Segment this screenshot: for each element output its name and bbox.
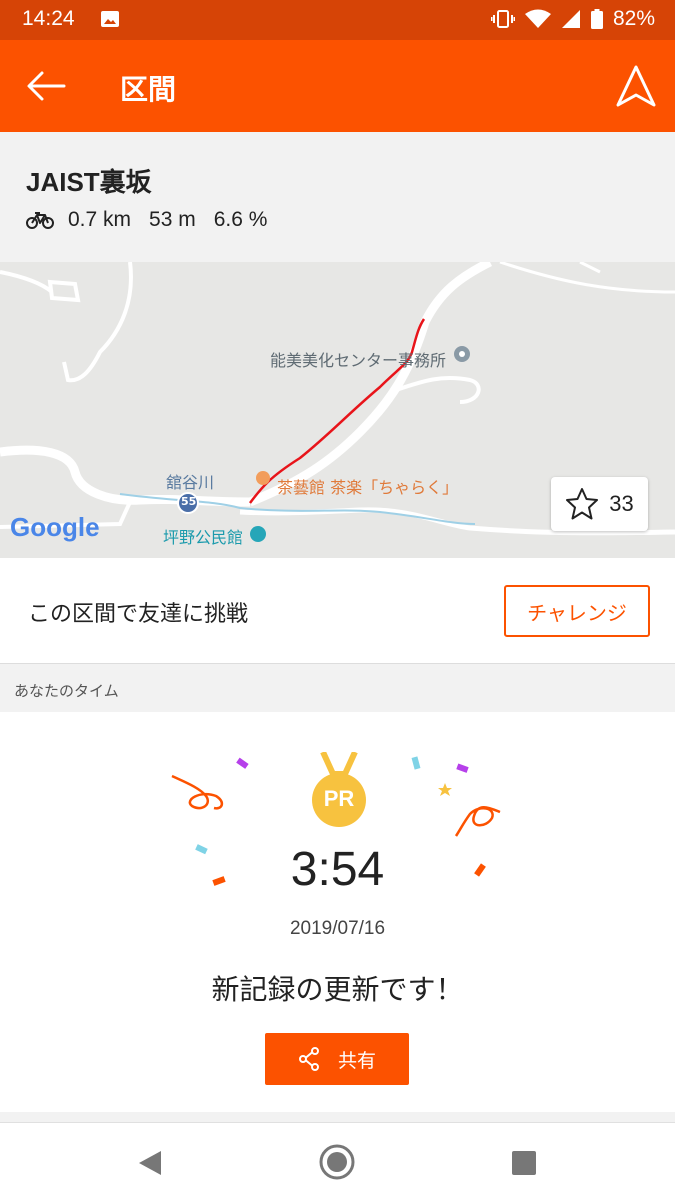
star-icon bbox=[566, 488, 599, 520]
map-label-teahouse: 茶藝館 茶楽「ちゃらく」 bbox=[277, 478, 459, 497]
challenge-text: この区間で友達に挑戦 bbox=[28, 602, 249, 627]
battery-percent: 82% bbox=[612, 7, 655, 30]
status-right: 82% bbox=[490, 7, 655, 31]
share-label: 共有 bbox=[337, 1049, 376, 1072]
map-label-river: 舘谷川 bbox=[166, 473, 215, 492]
pr-medal-label: PR bbox=[323, 786, 355, 811]
record-message: 新記録の更新です！ bbox=[211, 973, 464, 1006]
signal-icon bbox=[561, 10, 580, 28]
wifi-icon bbox=[524, 9, 551, 28]
bicycle-icon bbox=[26, 212, 54, 229]
star-count: 33 bbox=[609, 491, 634, 516]
page-title: 区間 bbox=[120, 73, 177, 106]
challenge-button[interactable]: チャレンジ bbox=[504, 585, 650, 637]
map-label-center-office: 能美美化センター事務所 bbox=[270, 351, 447, 370]
google-logo: Google bbox=[10, 512, 100, 542]
challenge-section: この区間で友達に挑戦 チャレンジ bbox=[0, 558, 675, 664]
navigation-arrow-icon[interactable] bbox=[615, 64, 657, 108]
image-notification-icon bbox=[101, 11, 119, 27]
segment-stats: 0.7 km 53 m 6.6 % bbox=[26, 208, 271, 232]
nav-home-icon[interactable] bbox=[318, 1143, 356, 1181]
battery-icon bbox=[590, 9, 603, 29]
your-time-header: あなたのタイム bbox=[0, 664, 675, 712]
status-time: 14:24 bbox=[22, 7, 75, 30]
share-button[interactable]: 共有 bbox=[265, 1033, 409, 1085]
status-bar: 14:24 82% bbox=[0, 0, 675, 40]
star-segment-button[interactable]: 33 bbox=[551, 477, 648, 531]
segment-header: JAIST裏坂 0.7 km 53 m 6.6 % bbox=[0, 132, 675, 262]
segment-date: 2019/07/16 bbox=[289, 918, 386, 939]
back-arrow-icon[interactable] bbox=[26, 66, 66, 106]
system-nav-bar bbox=[0, 1122, 675, 1201]
segment-time: 3:54 bbox=[290, 843, 385, 896]
nav-recents-icon[interactable] bbox=[511, 1150, 537, 1176]
nav-back-icon[interactable] bbox=[137, 1149, 163, 1177]
segment-grade: 6.6 % bbox=[213, 208, 268, 231]
segment-elevation: 53 m bbox=[149, 208, 196, 231]
app-bar: 区間 bbox=[0, 40, 675, 132]
segment-name: JAIST裏坂 bbox=[26, 167, 152, 197]
your-time-label: あなたのタイム bbox=[14, 682, 119, 700]
map-road-number: 55 bbox=[181, 495, 197, 508]
result-card: PR 3:54 2019/07/16 新記録の更新です！ 共有 bbox=[0, 712, 675, 1112]
map-label-community-hall: 坪野公民館 bbox=[163, 528, 244, 547]
share-icon bbox=[298, 1047, 319, 1071]
vibrate-icon bbox=[490, 10, 515, 28]
segment-distance: 0.7 km bbox=[68, 208, 132, 231]
